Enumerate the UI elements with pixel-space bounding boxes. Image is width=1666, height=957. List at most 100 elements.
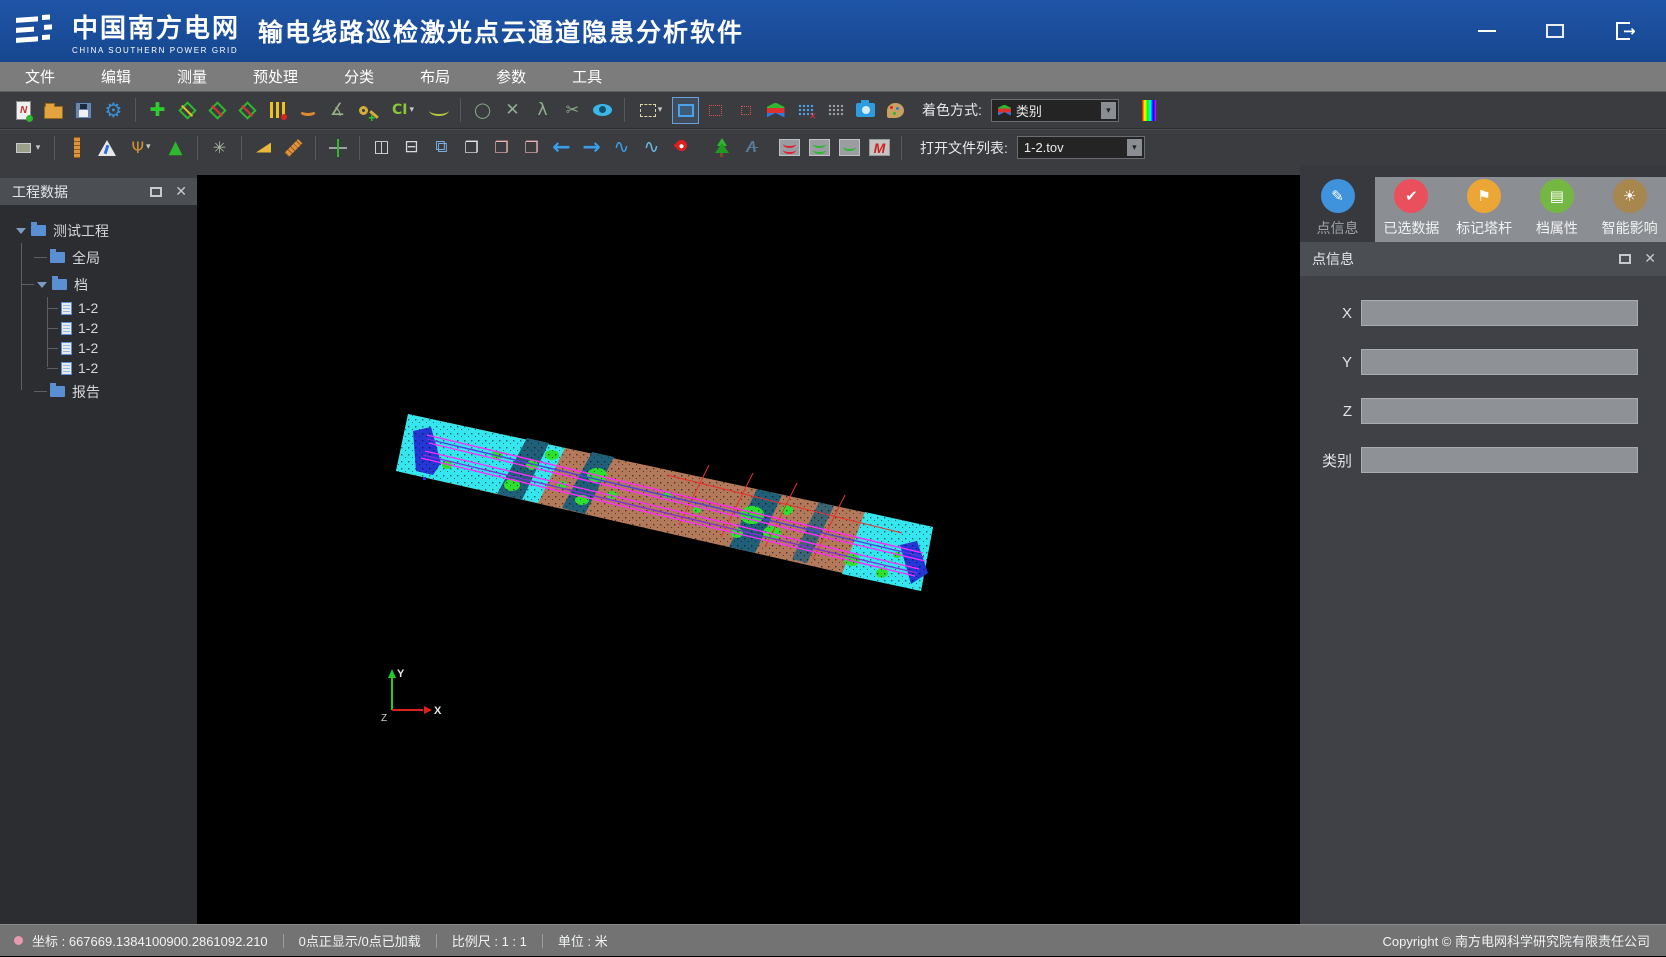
camera-icon <box>856 103 875 117</box>
profile-tool-button-1[interactable] <box>174 97 201 124</box>
diagonal-ruler-button[interactable] <box>280 134 307 161</box>
tab-mark-tower[interactable]: ⚑ 标记塔杆 <box>1448 177 1521 242</box>
tree-node-report[interactable]: 报告 <box>0 378 197 405</box>
new-window-button[interactable]: ❐ <box>458 134 485 161</box>
cascade-windows-button[interactable]: ⧉ <box>428 134 455 161</box>
point-pick-button[interactable]: λ <box>529 97 556 124</box>
ci-tool-button[interactable]: CI▾ <box>384 97 422 124</box>
measure-m-button[interactable]: M <box>866 134 893 161</box>
tab-smart-imagery[interactable]: ☀ 智能影响 <box>1593 177 1666 242</box>
category-layers-icon <box>998 105 1011 116</box>
open-file-button[interactable] <box>40 97 67 124</box>
ellipse-select-button[interactable]: ◯ <box>469 97 496 124</box>
section-marker-button[interactable] <box>264 97 291 124</box>
menu-layout[interactable]: 布局 <box>397 62 473 91</box>
tree-node-file[interactable]: 1-2 <box>0 318 197 338</box>
z-field-input[interactable] <box>1361 398 1638 424</box>
close-panel-icon[interactable]: ✕ <box>175 185 187 199</box>
point-info-panel-title: 点信息 <box>1312 249 1354 269</box>
split-horizontal-button[interactable]: ⊟ <box>398 134 425 161</box>
vegetation-classify-button[interactable] <box>708 134 735 161</box>
view-toggle-button[interactable] <box>589 97 616 124</box>
cut-tool-button[interactable]: ✂ <box>559 97 586 124</box>
fence-select-small-button[interactable] <box>732 97 759 124</box>
ruler-diagonal-icon <box>285 139 303 157</box>
coloring-mode-select[interactable]: 类别 ▾ <box>991 99 1119 122</box>
palette-button[interactable] <box>882 97 909 124</box>
grid-pick-button[interactable] <box>822 97 849 124</box>
vertical-ruler-button[interactable] <box>63 134 90 161</box>
tower-classify-button[interactable]: Λ <box>738 134 765 161</box>
elevation-ramp-button[interactable] <box>1136 97 1163 124</box>
span-view-button-1[interactable] <box>776 134 803 161</box>
y-field-input[interactable] <box>1361 349 1638 375</box>
split-vertical-button[interactable]: ◫ <box>368 134 395 161</box>
location-pin-button[interactable] <box>668 134 695 161</box>
class-layers-button[interactable] <box>762 97 789 124</box>
rect-select-active-button[interactable] <box>672 97 699 124</box>
category-field-input[interactable] <box>1361 447 1638 473</box>
tab-selected-data[interactable]: ✔ 已选数据 <box>1375 177 1448 242</box>
expand-arrow-icon[interactable] <box>16 228 26 234</box>
tree-node-spans[interactable]: 档 <box>0 271 197 298</box>
viewport-canvas[interactable]: Y X Z <box>197 165 1300 924</box>
move-tool-button[interactable]: ✚ <box>144 97 171 124</box>
polyline-tool-button-2[interactable]: ∿ <box>638 134 665 161</box>
display-mode-button[interactable]: ▾ <box>10 134 46 161</box>
rect-select-button[interactable]: ▾ <box>633 97 669 124</box>
x-field-input[interactable] <box>1361 300 1638 326</box>
span-view-button-3[interactable] <box>836 134 863 161</box>
node-link-button[interactable]: ✳ <box>206 134 233 161</box>
window-view-button-2[interactable]: ❐ <box>518 134 545 161</box>
tower-icon: Λ <box>746 139 757 157</box>
close-panel-icon[interactable]: ✕ <box>1644 252 1656 266</box>
section-divider-button[interactable] <box>324 134 351 161</box>
arc-measure-button[interactable] <box>294 97 321 124</box>
menu-parameters[interactable]: 参数 <box>473 62 549 91</box>
menu-tools[interactable]: 工具 <box>549 62 625 91</box>
fence-select-icon <box>709 105 722 116</box>
delete-points-button[interactable]: ✕ <box>499 97 526 124</box>
expand-arrow-icon[interactable] <box>37 282 47 288</box>
branch-angle-button[interactable]: Ψ▾ <box>123 134 159 161</box>
profile-tool-button-3[interactable] <box>234 97 261 124</box>
previous-span-button[interactable]: ← <box>548 134 575 161</box>
new-file-button[interactable] <box>10 97 37 124</box>
north-arrow-button[interactable]: ▲ <box>162 134 189 161</box>
clean-tool-button[interactable] <box>250 134 277 161</box>
minimize-button[interactable] <box>1474 18 1500 44</box>
next-span-button[interactable]: → <box>578 134 605 161</box>
tree-node-file[interactable]: 1-2 <box>0 358 197 378</box>
key-tool-button[interactable] <box>354 97 381 124</box>
menu-edit[interactable]: 编辑 <box>78 62 154 91</box>
menu-classify[interactable]: 分类 <box>321 62 397 91</box>
exit-button[interactable]: → <box>1610 18 1636 44</box>
hazard-analysis-button[interactable] <box>93 134 120 161</box>
toolbar-separator <box>624 98 625 122</box>
tree-node-file[interactable]: 1-2 <box>0 298 197 318</box>
tab-point-info[interactable]: ✎ 点信息 <box>1300 177 1375 242</box>
span-view-button-2[interactable] <box>806 134 833 161</box>
save-button[interactable] <box>70 97 97 124</box>
grid-delete-button[interactable] <box>792 97 819 124</box>
tree-node-global[interactable]: 全局 <box>0 244 197 271</box>
restore-panel-icon[interactable] <box>150 187 162 197</box>
tab-span-properties[interactable]: ▤ 档属性 <box>1521 177 1594 242</box>
settings-button[interactable]: ⚙ <box>100 97 127 124</box>
window-view-button-1[interactable]: ❐ <box>488 134 515 161</box>
open-file-list-select[interactable]: 1-2.tov ▾ <box>1017 136 1145 159</box>
polyline-tool-button-1[interactable]: ∿ <box>608 134 635 161</box>
maximize-button[interactable] <box>1542 18 1568 44</box>
profile-tool-button-2[interactable] <box>204 97 231 124</box>
snapshot-button[interactable] <box>852 97 879 124</box>
menu-file[interactable]: 文件 <box>2 62 78 91</box>
restore-panel-icon[interactable] <box>1619 254 1631 264</box>
catenary-fit-button[interactable] <box>425 97 452 124</box>
menu-measure[interactable]: 测量 <box>154 62 230 91</box>
tree-node-project[interactable]: 测试工程 <box>0 217 197 244</box>
angle-measure-button[interactable]: ∡ <box>324 97 351 124</box>
menu-preprocess[interactable]: 预处理 <box>230 62 321 91</box>
fence-select-button[interactable] <box>702 97 729 124</box>
rect-select-active-icon <box>678 104 694 117</box>
tree-node-file[interactable]: 1-2 <box>0 338 197 358</box>
